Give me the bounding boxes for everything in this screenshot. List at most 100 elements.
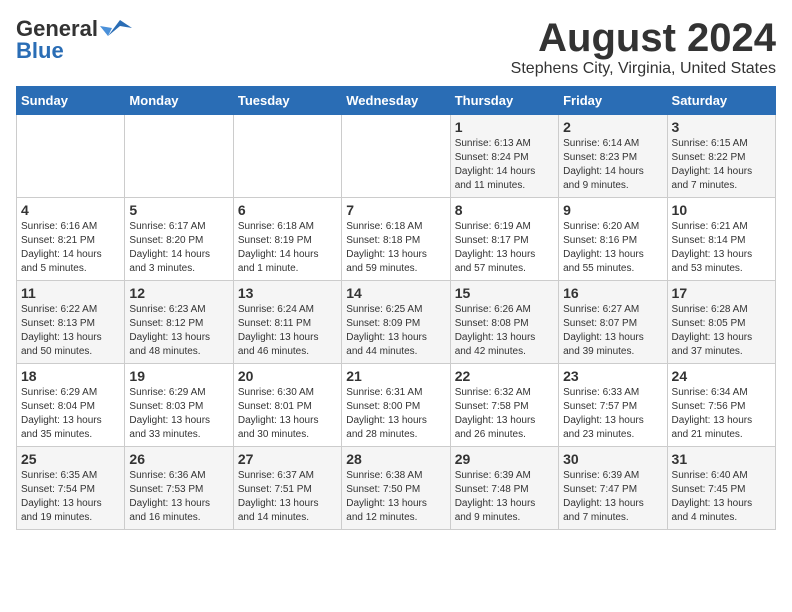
day-info: Sunrise: 6:23 AM Sunset: 8:12 PM Dayligh…	[129, 303, 228, 359]
header-day-wednesday: Wednesday	[342, 87, 450, 115]
day-number: 29	[455, 451, 554, 467]
calendar-cell: 5 Sunrise: 6:17 AM Sunset: 8:20 PM Daylig…	[125, 198, 233, 281]
day-info: Sunrise: 6:18 AM Sunset: 8:18 PM Dayligh…	[346, 220, 445, 276]
day-info: Sunrise: 6:31 AM Sunset: 8:00 PM Dayligh…	[346, 386, 445, 442]
day-number: 23	[563, 368, 662, 384]
logo-bird-icon	[100, 18, 132, 40]
header-day-monday: Monday	[125, 87, 233, 115]
day-info: Sunrise: 6:17 AM Sunset: 8:20 PM Dayligh…	[129, 220, 228, 276]
calendar-cell: 26 Sunrise: 6:36 AM Sunset: 7:53 PM Dayli…	[125, 447, 233, 530]
calendar-week-row: 25Sunrise: 6:35 AM Sunset: 7:54 PM Dayli…	[17, 447, 776, 530]
header-day-friday: Friday	[559, 87, 667, 115]
day-info: Sunrise: 6:20 AM Sunset: 8:16 PM Dayligh…	[563, 220, 662, 276]
day-info: Sunrise: 6:28 AM Sunset: 8:05 PM Dayligh…	[672, 303, 771, 359]
calendar-cell: 25Sunrise: 6:35 AM Sunset: 7:54 PM Dayli…	[17, 447, 125, 530]
calendar-cell: 13 Sunrise: 6:24 AM Sunset: 8:11 PM Dayli…	[233, 281, 341, 364]
month-title: August 2024	[511, 16, 776, 60]
day-info: Sunrise: 6:37 AM Sunset: 7:51 PM Dayligh…	[238, 469, 337, 525]
day-info: Sunrise: 6:30 AM Sunset: 8:01 PM Dayligh…	[238, 386, 337, 442]
day-info: Sunrise: 6:39 AM Sunset: 7:47 PM Dayligh…	[563, 469, 662, 525]
calendar-cell	[233, 115, 341, 198]
location-title: Stephens City, Virginia, United States	[511, 60, 776, 78]
calendar-cell: 28 Sunrise: 6:38 AM Sunset: 7:50 PM Dayli…	[342, 447, 450, 530]
day-info: Sunrise: 6:40 AM Sunset: 7:45 PM Dayligh…	[672, 469, 771, 525]
day-number: 27	[238, 451, 337, 467]
day-info: Sunrise: 6:39 AM Sunset: 7:48 PM Dayligh…	[455, 469, 554, 525]
logo-blue: Blue	[16, 38, 64, 64]
calendar-cell: 1Sunrise: 6:13 AM Sunset: 8:24 PM Daylig…	[450, 115, 558, 198]
calendar-cell: 16Sunrise: 6:27 AM Sunset: 8:07 PM Dayli…	[559, 281, 667, 364]
day-number: 9	[563, 202, 662, 218]
day-info: Sunrise: 6:26 AM Sunset: 8:08 PM Dayligh…	[455, 303, 554, 359]
day-number: 20	[238, 368, 337, 384]
day-info: Sunrise: 6:27 AM Sunset: 8:07 PM Dayligh…	[563, 303, 662, 359]
day-info: Sunrise: 6:33 AM Sunset: 7:57 PM Dayligh…	[563, 386, 662, 442]
title-area: August 2024 Stephens City, Virginia, Uni…	[511, 16, 776, 78]
calendar-cell: 4Sunrise: 6:16 AM Sunset: 8:21 PM Daylig…	[17, 198, 125, 281]
day-info: Sunrise: 6:29 AM Sunset: 8:04 PM Dayligh…	[21, 386, 120, 442]
day-info: Sunrise: 6:18 AM Sunset: 8:19 PM Dayligh…	[238, 220, 337, 276]
day-info: Sunrise: 6:21 AM Sunset: 8:14 PM Dayligh…	[672, 220, 771, 276]
calendar-table: SundayMondayTuesdayWednesdayThursdayFrid…	[16, 86, 776, 530]
calendar-cell: 21Sunrise: 6:31 AM Sunset: 8:00 PM Dayli…	[342, 364, 450, 447]
day-info: Sunrise: 6:22 AM Sunset: 8:13 PM Dayligh…	[21, 303, 120, 359]
calendar-cell: 19 Sunrise: 6:29 AM Sunset: 8:03 PM Dayli…	[125, 364, 233, 447]
calendar-cell: 2Sunrise: 6:14 AM Sunset: 8:23 PM Daylig…	[559, 115, 667, 198]
day-number: 8	[455, 202, 554, 218]
day-info: Sunrise: 6:38 AM Sunset: 7:50 PM Dayligh…	[346, 469, 445, 525]
calendar-cell: 12 Sunrise: 6:23 AM Sunset: 8:12 PM Dayli…	[125, 281, 233, 364]
day-number: 24	[672, 368, 771, 384]
day-number: 13	[238, 285, 337, 301]
day-number: 17	[672, 285, 771, 301]
day-number: 6	[238, 202, 337, 218]
day-info: Sunrise: 6:14 AM Sunset: 8:23 PM Dayligh…	[563, 137, 662, 193]
day-number: 22	[455, 368, 554, 384]
header-day-sunday: Sunday	[17, 87, 125, 115]
day-info: Sunrise: 6:32 AM Sunset: 7:58 PM Dayligh…	[455, 386, 554, 442]
day-info: Sunrise: 6:29 AM Sunset: 8:03 PM Dayligh…	[129, 386, 228, 442]
calendar-cell: 18 Sunrise: 6:29 AM Sunset: 8:04 PM Dayli…	[17, 364, 125, 447]
day-info: Sunrise: 6:13 AM Sunset: 8:24 PM Dayligh…	[455, 137, 554, 193]
calendar-cell: 9 Sunrise: 6:20 AM Sunset: 8:16 PM Daylig…	[559, 198, 667, 281]
calendar-cell: 29 Sunrise: 6:39 AM Sunset: 7:48 PM Dayli…	[450, 447, 558, 530]
calendar-cell: 20 Sunrise: 6:30 AM Sunset: 8:01 PM Dayli…	[233, 364, 341, 447]
day-number: 7	[346, 202, 445, 218]
header: General Blue August 2024 Stephens City, …	[16, 16, 776, 78]
day-number: 26	[129, 451, 228, 467]
calendar-week-row: 4Sunrise: 6:16 AM Sunset: 8:21 PM Daylig…	[17, 198, 776, 281]
day-number: 19	[129, 368, 228, 384]
calendar-cell: 6 Sunrise: 6:18 AM Sunset: 8:19 PM Daylig…	[233, 198, 341, 281]
calendar-cell: 7 Sunrise: 6:18 AM Sunset: 8:18 PM Daylig…	[342, 198, 450, 281]
day-number: 15	[455, 285, 554, 301]
header-day-saturday: Saturday	[667, 87, 775, 115]
day-number: 30	[563, 451, 662, 467]
calendar-cell: 8Sunrise: 6:19 AM Sunset: 8:17 PM Daylig…	[450, 198, 558, 281]
day-info: Sunrise: 6:24 AM Sunset: 8:11 PM Dayligh…	[238, 303, 337, 359]
calendar-cell: 27 Sunrise: 6:37 AM Sunset: 7:51 PM Dayli…	[233, 447, 341, 530]
calendar-cell: 31 Sunrise: 6:40 AM Sunset: 7:45 PM Dayli…	[667, 447, 775, 530]
day-info: Sunrise: 6:34 AM Sunset: 7:56 PM Dayligh…	[672, 386, 771, 442]
calendar-cell: 24 Sunrise: 6:34 AM Sunset: 7:56 PM Dayli…	[667, 364, 775, 447]
calendar-header-row: SundayMondayTuesdayWednesdayThursdayFrid…	[17, 87, 776, 115]
day-number: 4	[21, 202, 120, 218]
day-number: 31	[672, 451, 771, 467]
calendar-cell: 14Sunrise: 6:25 AM Sunset: 8:09 PM Dayli…	[342, 281, 450, 364]
calendar-week-row: 18 Sunrise: 6:29 AM Sunset: 8:04 PM Dayli…	[17, 364, 776, 447]
header-day-thursday: Thursday	[450, 87, 558, 115]
day-number: 10	[672, 202, 771, 218]
day-number: 3	[672, 119, 771, 135]
day-number: 18	[21, 368, 120, 384]
calendar-cell: 30 Sunrise: 6:39 AM Sunset: 7:47 PM Dayli…	[559, 447, 667, 530]
calendar-cell	[342, 115, 450, 198]
header-day-tuesday: Tuesday	[233, 87, 341, 115]
calendar-cell: 11Sunrise: 6:22 AM Sunset: 8:13 PM Dayli…	[17, 281, 125, 364]
calendar-cell	[17, 115, 125, 198]
day-number: 28	[346, 451, 445, 467]
calendar-cell: 23 Sunrise: 6:33 AM Sunset: 7:57 PM Dayli…	[559, 364, 667, 447]
calendar-cell	[125, 115, 233, 198]
day-number: 14	[346, 285, 445, 301]
day-info: Sunrise: 6:36 AM Sunset: 7:53 PM Dayligh…	[129, 469, 228, 525]
calendar-cell: 22 Sunrise: 6:32 AM Sunset: 7:58 PM Dayli…	[450, 364, 558, 447]
day-number: 5	[129, 202, 228, 218]
day-number: 12	[129, 285, 228, 301]
